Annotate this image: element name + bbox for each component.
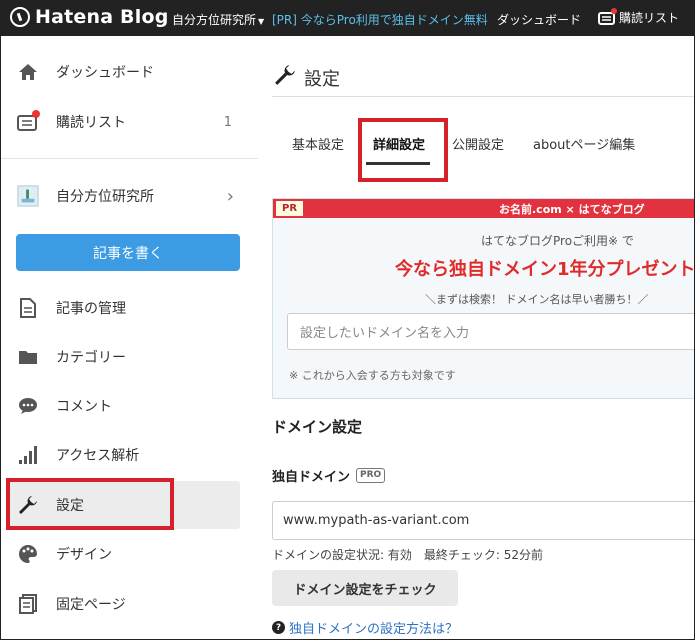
hatena-logo-icon xyxy=(10,7,30,27)
custom-domain-label-text: 独自ドメイン xyxy=(272,470,351,485)
main-content: 設定 基本設定 詳細設定 公開設定 aboutページ編集 PR お名前.com … xyxy=(258,36,695,640)
highlight-box-settings xyxy=(6,478,174,530)
nav-subscriptions-label: 購読リスト xyxy=(619,11,680,25)
highlight-box-advanced-tab xyxy=(358,118,448,182)
sidebar-item-label: 自分方位研究所 xyxy=(56,189,154,205)
sidebar-item-analytics[interactable]: アクセス解析 xyxy=(0,431,258,479)
domain-promo-box: PR お名前.com × はてなブログ はてなブログProご利用※ で 今なら独… xyxy=(272,198,695,399)
nav-dashboard[interactable]: ダッシュボード xyxy=(497,11,581,28)
home-icon xyxy=(17,61,39,83)
chevron-right-icon: › xyxy=(226,185,234,207)
sidebar-item-label: ダッシュボード xyxy=(56,65,154,81)
sidebar-item-label: 固定ページ xyxy=(56,597,126,613)
sidebar-item-comments[interactable]: コメント xyxy=(0,382,258,430)
promo-headline: 今なら独自ドメイン1年分プレゼント xyxy=(395,259,695,280)
document-icon xyxy=(17,297,39,319)
sidebar-divider xyxy=(0,158,258,159)
promo-line-1: はてなブログProご利用※ で xyxy=(481,234,634,248)
write-post-button[interactable]: 記事を書く xyxy=(16,234,240,271)
domain-help-link[interactable]: ? 独自ドメインの設定方法は？ xyxy=(272,618,458,637)
folder-icon xyxy=(17,346,39,368)
sidebar-item-label: アクセス解析 xyxy=(56,448,140,464)
wrench-icon xyxy=(274,64,296,91)
blog-selector-label: 自分方位研究所 xyxy=(172,13,257,27)
comment-icon xyxy=(17,395,39,417)
custom-domain-label: 独自ドメイン PRO xyxy=(272,466,386,485)
mail-icon xyxy=(17,110,40,133)
sidebar-item-blog[interactable]: 自分方位研究所 › xyxy=(0,172,258,220)
logo-text: Hatena Blog xyxy=(35,6,169,28)
tab-about-page-edit[interactable]: aboutページ編集 xyxy=(533,134,635,153)
custom-domain-field[interactable]: www.mypath-as-variant.com xyxy=(272,501,695,540)
top-bar: Hatena Blog 自分方位研究所 ▼ [PR] 今ならPro利用で独自ドメイ… xyxy=(0,0,695,36)
domain-help-link-text: 独自ドメインの設定方法は？ xyxy=(289,622,459,637)
sidebar-item-design[interactable]: デザイン xyxy=(0,530,258,578)
sidebar-item-label: カテゴリー xyxy=(56,350,126,366)
page-icon xyxy=(17,593,39,615)
title-divider xyxy=(272,96,695,97)
mail-icon xyxy=(598,7,617,26)
sidebar-item-label: 購読リスト xyxy=(56,115,126,131)
domain-section-title: ドメイン設定 xyxy=(272,418,363,436)
hatena-blog-logo[interactable]: Hatena Blog xyxy=(10,6,169,28)
promo-header: PR お名前.com × はてなブログ xyxy=(273,199,695,218)
subscription-count: 1 xyxy=(223,114,232,130)
tab-basic-settings[interactable]: 基本設定 xyxy=(292,134,344,153)
promo-line-3: ＼まずは検索！ ドメイン名は早い者勝ち！／ xyxy=(425,293,649,306)
promo-brand: お名前.com × はてなブログ xyxy=(499,203,645,216)
blog-selector[interactable]: 自分方位研究所 ▼ xyxy=(172,11,264,28)
check-domain-button[interactable]: ドメイン設定をチェック xyxy=(272,570,458,606)
notification-dot xyxy=(611,7,617,14)
sidebar-item-dashboard[interactable]: ダッシュボード xyxy=(0,48,258,96)
pro-badge: PRO xyxy=(356,468,386,483)
question-circle-icon: ? xyxy=(272,621,285,634)
page-title: 設定 xyxy=(274,64,340,91)
sidebar-item-label: コメント xyxy=(56,399,112,415)
nav-subscriptions[interactable]: 購読リスト xyxy=(598,7,680,26)
caret-down-icon: ▼ xyxy=(258,17,265,26)
sidebar-item-categories[interactable]: カテゴリー xyxy=(0,333,258,381)
pr-tag: PR xyxy=(276,201,304,216)
notification-dot xyxy=(32,110,40,118)
palette-icon xyxy=(17,543,39,565)
sidebar-item-static-pages[interactable]: 固定ページ xyxy=(0,580,258,628)
blog-thumbnail-icon xyxy=(17,185,39,207)
domain-search-input[interactable]: 設定したいドメイン名を入力 xyxy=(287,313,695,350)
promo-note: ※ これから入会する方も対象です xyxy=(289,369,456,382)
page-title-text: 設定 xyxy=(304,68,340,90)
sidebar: ダッシュボード 購読リスト 1 自分方位研究所 › 記事を書く 記事の管理 カテ… xyxy=(0,36,258,640)
bar-chart-icon xyxy=(17,444,39,466)
tab-publish-settings[interactable]: 公開設定 xyxy=(452,134,504,153)
domain-status-text: ドメインの設定状況: 有効 最終チェック: 52分前 xyxy=(272,548,543,562)
sidebar-item-manage-posts[interactable]: 記事の管理 xyxy=(0,284,258,332)
sidebar-item-subscriptions[interactable]: 購読リスト 1 xyxy=(0,98,258,146)
sidebar-item-label: 記事の管理 xyxy=(56,301,126,317)
sidebar-item-label: デザイン xyxy=(56,547,112,563)
pr-link[interactable]: [PR] 今ならPro利用で独自ドメイン無料 xyxy=(272,11,488,28)
